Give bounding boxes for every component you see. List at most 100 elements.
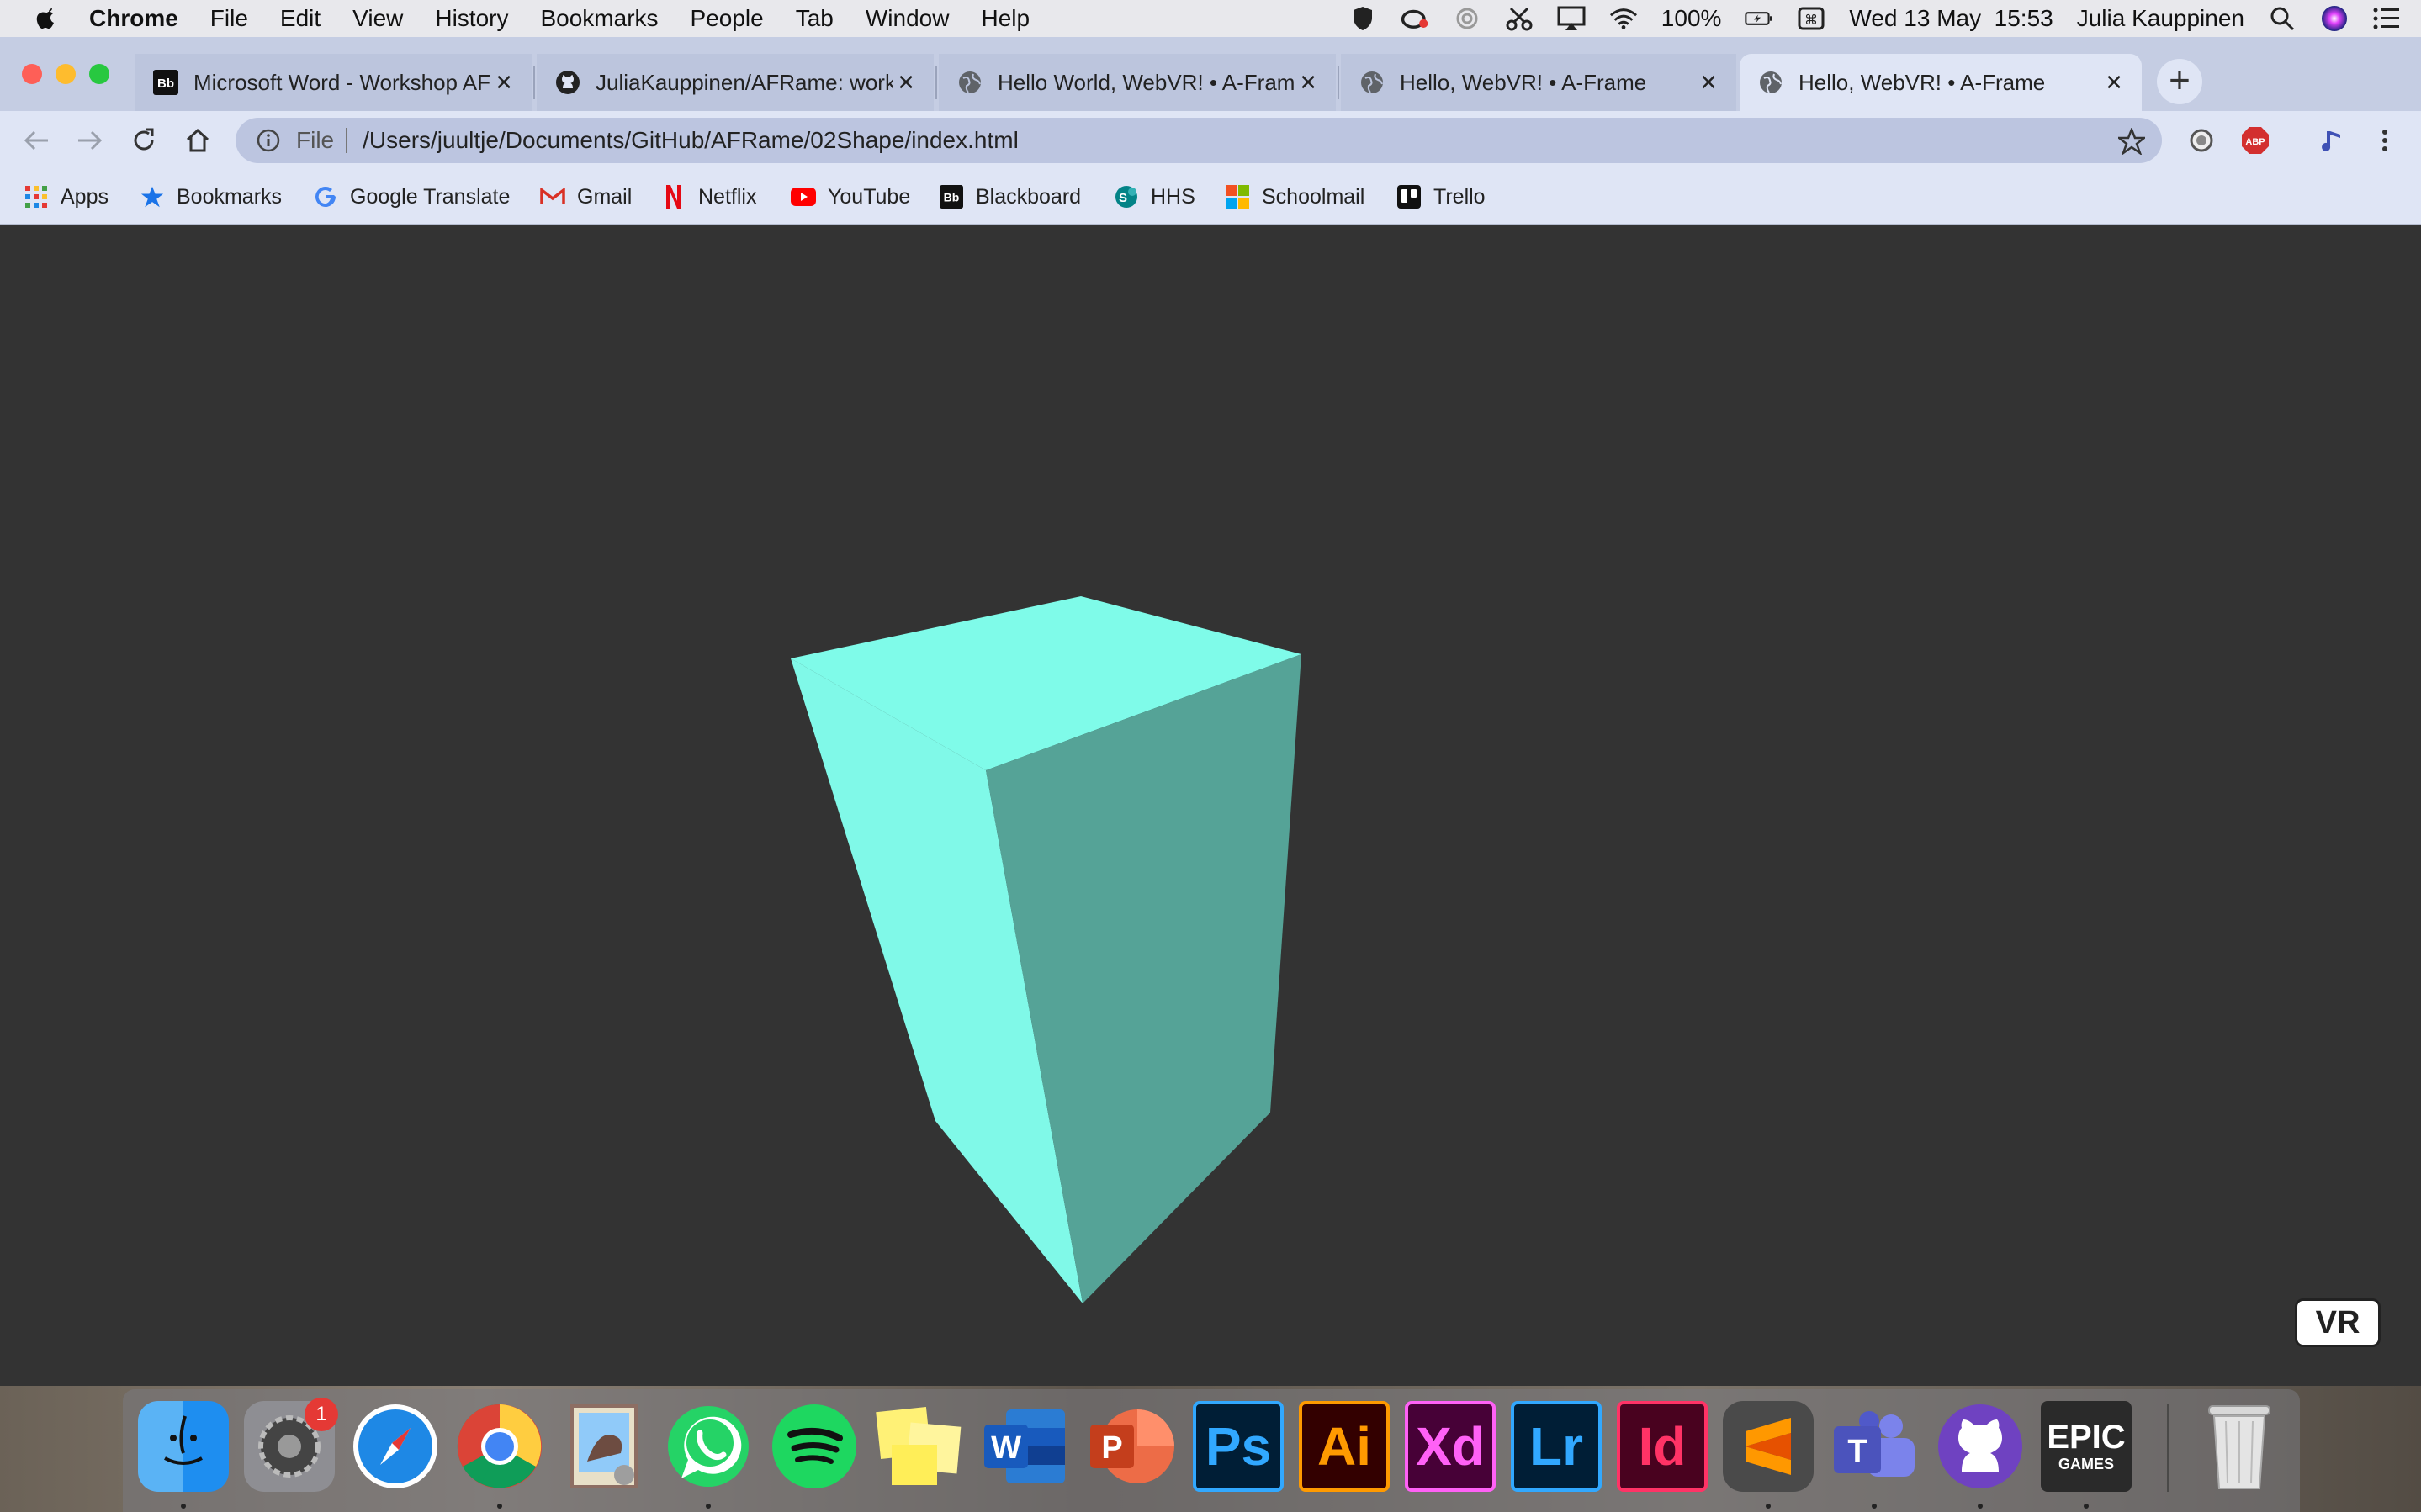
photoshop-icon[interactable]: Ps: [1193, 1401, 1284, 1492]
safari-icon[interactable]: [350, 1401, 441, 1492]
preview-icon[interactable]: [559, 1401, 649, 1492]
wifi-icon[interactable]: [1609, 4, 1638, 33]
menu-edit[interactable]: Edit: [280, 5, 321, 32]
aframe-scene[interactable]: VR: [0, 225, 2421, 1386]
info-icon[interactable]: [256, 128, 281, 153]
sync-icon[interactable]: [1453, 4, 1481, 33]
url-text[interactable]: /Users/juultje/Documents/GitHub/AFRame/0…: [363, 127, 1019, 154]
chrome-icon[interactable]: [454, 1401, 545, 1492]
microsoft-word-icon[interactable]: W: [979, 1401, 1070, 1492]
svg-text:Bb: Bb: [944, 191, 960, 204]
shield-icon[interactable]: [1348, 4, 1377, 33]
menu-bookmarks[interactable]: Bookmarks: [540, 5, 658, 32]
spotlight-search-icon[interactable]: [2268, 4, 2297, 33]
menu-file[interactable]: File: [210, 5, 248, 32]
more-options-icon[interactable]: [2371, 126, 2399, 155]
forward-button[interactable]: [69, 119, 111, 161]
bookmark-star-icon[interactable]: [2118, 128, 2145, 155]
microsoft-teams-icon[interactable]: T: [1829, 1401, 1920, 1492]
menu-history[interactable]: History: [435, 5, 508, 32]
spotify-icon[interactable]: [769, 1401, 860, 1492]
bookmark-apps[interactable]: Apps: [24, 180, 109, 214]
home-button[interactable]: [177, 119, 219, 161]
finder-icon[interactable]: [138, 1401, 229, 1492]
music-extension-icon[interactable]: [2318, 126, 2347, 155]
back-button[interactable]: [15, 119, 57, 161]
bookmark-google-translate[interactable]: Google Translate: [313, 180, 510, 214]
bookmark-label: Gmail: [577, 184, 633, 209]
epic-games-icon[interactable]: EPIC GAMES: [2041, 1401, 2132, 1492]
bookmark-gmail[interactable]: Gmail: [540, 180, 632, 214]
bookmark-netflix[interactable]: Netflix: [661, 180, 756, 214]
bookmark-blackboard[interactable]: Bb Blackboard: [939, 180, 1081, 214]
close-tab-icon[interactable]: ×: [491, 68, 517, 97]
adblock-icon[interactable]: ABP: [2241, 126, 2270, 155]
running-indicator: [706, 1504, 711, 1509]
menu-view[interactable]: View: [352, 5, 403, 32]
whatsapp-icon[interactable]: [663, 1401, 754, 1492]
siri-icon[interactable]: [2320, 4, 2349, 33]
reload-button[interactable]: [123, 119, 165, 161]
scissors-icon[interactable]: [1505, 4, 1534, 33]
keyboard-icon[interactable]: ⌘: [1797, 4, 1825, 33]
notification-center-icon[interactable]: [2372, 4, 2401, 33]
tab-hello-webvr-active[interactable]: Hello, WebVR! • A-Frame ×: [1740, 54, 2142, 111]
close-tab-icon[interactable]: ×: [1295, 68, 1321, 97]
dock-divider: [2167, 1404, 2169, 1492]
bookmark-schoolmail[interactable]: Schoolmail: [1225, 180, 1364, 214]
github-desktop-icon[interactable]: [1935, 1401, 2026, 1492]
close-tab-icon[interactable]: ×: [1696, 68, 1721, 97]
creative-cloud-icon[interactable]: [1401, 4, 1429, 33]
tab-hello-world-webvr[interactable]: Hello World, WebVR! • A-Frame ×: [939, 54, 1336, 111]
lightroom-icon[interactable]: Lr: [1511, 1401, 1602, 1492]
microsoft-powerpoint-icon[interactable]: P: [1085, 1401, 1176, 1492]
tab-label: Hello, WebVR! • A-Frame: [1400, 69, 1647, 95]
menu-help[interactable]: Help: [981, 5, 1030, 32]
tab-github-repo[interactable]: JuliaKauppinen/AFRame: works ×: [537, 54, 934, 111]
address-bar[interactable]: File /Users/juultje/Documents/GitHub/AFR…: [236, 118, 2162, 163]
bookmark-label: Netflix: [698, 184, 757, 209]
menu-tab[interactable]: Tab: [796, 5, 834, 32]
bookmark-hhs[interactable]: S HHS: [1114, 180, 1195, 214]
trash-icon[interactable]: [2194, 1401, 2285, 1492]
tab-divider: [533, 66, 535, 99]
bookmark-youtube[interactable]: YouTube: [791, 180, 910, 214]
menu-window[interactable]: Window: [866, 5, 950, 32]
illustrator-icon[interactable]: Ai: [1299, 1401, 1390, 1492]
3d-box[interactable]: [0, 225, 2421, 1386]
indesign-icon[interactable]: Id: [1617, 1401, 1708, 1492]
tab-strip: Bb Microsoft Word - Workshop AF × JuliaK…: [0, 37, 2421, 111]
tab-hello-webvr[interactable]: Hello, WebVR! • A-Frame ×: [1341, 54, 1736, 111]
github-icon: [555, 70, 580, 95]
bookmark-trello[interactable]: Trello: [1396, 180, 1486, 214]
app-menu[interactable]: Chrome: [89, 5, 178, 32]
close-window-button[interactable]: [22, 64, 42, 84]
sublime-text-icon[interactable]: [1723, 1401, 1814, 1492]
bookmark-label: YouTube: [828, 184, 911, 209]
svg-text:Bb: Bb: [157, 77, 174, 91]
browser-toolbar: File /Users/juultje/Documents/GitHub/AFR…: [0, 111, 2421, 170]
zoom-window-button[interactable]: [89, 64, 109, 84]
close-tab-icon[interactable]: ×: [2101, 68, 2127, 97]
extension-circle-icon[interactable]: [2187, 126, 2216, 155]
clock[interactable]: Wed 13 May 15:53: [1849, 5, 2053, 32]
battery-icon[interactable]: [1745, 4, 1773, 33]
bookmark-label: Apps: [61, 184, 109, 209]
tab-divider: [935, 66, 937, 99]
tab-word-document[interactable]: Bb Microsoft Word - Workshop AF ×: [135, 54, 532, 111]
adobe-xd-icon[interactable]: Xd: [1405, 1401, 1496, 1492]
new-tab-button[interactable]: +: [2157, 59, 2202, 104]
bookmark-bookmarks[interactable]: Bookmarks: [140, 180, 282, 214]
tab-label: JuliaKauppinen/AFRame: works: [596, 69, 893, 95]
close-tab-icon[interactable]: ×: [893, 68, 919, 97]
apple-icon[interactable]: [32, 3, 62, 34]
minimize-window-button[interactable]: [56, 64, 76, 84]
stickies-icon[interactable]: [875, 1401, 966, 1492]
airplay-icon[interactable]: [1557, 4, 1586, 33]
user-name[interactable]: Julia Kauppinen: [2077, 5, 2244, 32]
enter-vr-button[interactable]: VR: [2295, 1298, 2381, 1347]
google-icon: [313, 184, 338, 209]
bookmark-label: Trello: [1433, 184, 1486, 209]
running-indicator: [181, 1504, 186, 1509]
menu-people[interactable]: People: [691, 5, 764, 32]
